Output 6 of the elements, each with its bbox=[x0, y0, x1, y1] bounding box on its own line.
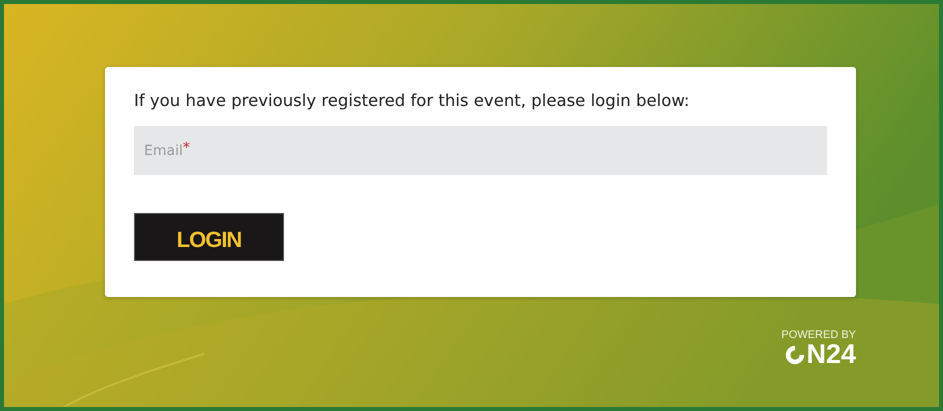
email-field[interactable]: Email* bbox=[134, 126, 827, 175]
logo-text: N24 bbox=[806, 341, 856, 368]
login-button[interactable]: LOGIN bbox=[134, 213, 284, 261]
logo-swirl-icon bbox=[784, 344, 806, 366]
powered-by-label: POWERED BY bbox=[781, 329, 856, 341]
login-prompt: If you have previously registered for this event, please login below: bbox=[134, 91, 690, 110]
